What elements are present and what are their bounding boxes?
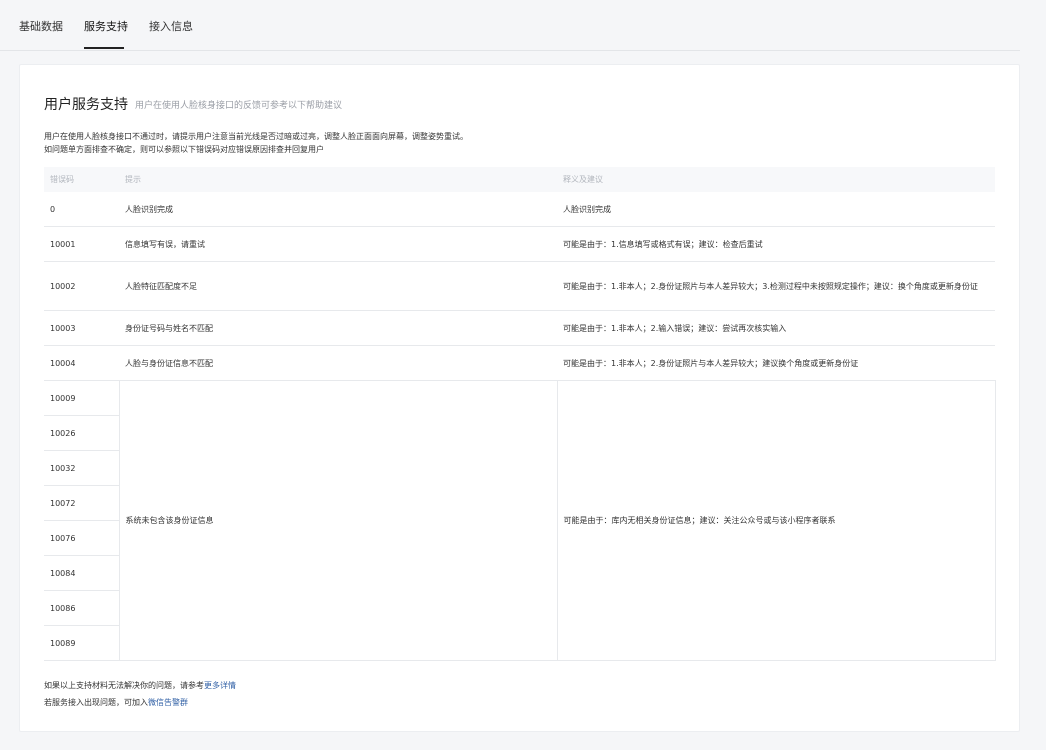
cell-code: 10072 xyxy=(44,485,119,521)
more-details-link[interactable]: 更多详情 xyxy=(204,681,236,690)
table-row: 10003 身份证号码与姓名不匹配 可能是由于：1.非本人；2.输入错误；建议：… xyxy=(44,310,995,346)
tab-access-info[interactable]: 接入信息 xyxy=(149,18,193,34)
intro-line-1: 用户在使用人脸核身接口不通过时，请提示用户注意当前光线是否过暗或过亮，调整人脸正… xyxy=(44,132,468,141)
section-title: 用户服务支持 xyxy=(44,97,128,113)
cell-code: 0 xyxy=(44,192,119,227)
table-row: 10004 人脸与身份证信息不匹配 可能是由于：1.非本人；2.身份证照片与本人… xyxy=(44,345,995,381)
footer-line-2: 若服务接入出现问题，可加入微信告警群 xyxy=(44,694,236,711)
service-support-card: 用户服务支持 用户在使用人脸核身接口的反馈可参考以下帮助建议 用户在使用人脸核身… xyxy=(19,64,1020,732)
cell-hint: 人脸与身份证信息不匹配 xyxy=(119,345,557,381)
cell-code: 10086 xyxy=(44,590,119,626)
cell-advice: 可能是由于：1.非本人；2.身份证照片与本人差异较大；3.检测过程中未按照规定操… xyxy=(557,261,995,311)
header-hint: 提示 xyxy=(119,167,557,192)
cell-hint-merged: 系统未包含该身份证信息 xyxy=(118,380,557,661)
cell-code: 10004 xyxy=(44,345,119,381)
active-tab-indicator xyxy=(84,47,124,49)
footer-text-2: 若服务接入出现问题，可加入 xyxy=(44,698,148,707)
cell-code: 10032 xyxy=(44,450,119,486)
wechat-alert-group-link[interactable]: 微信告警群 xyxy=(148,698,188,707)
footer-help: 如果以上支持材料无法解决你的问题，请参考更多详情 若服务接入出现问题，可加入微信… xyxy=(44,677,236,711)
cell-code: 10026 xyxy=(44,415,119,451)
cell-code: 10001 xyxy=(44,226,119,262)
cell-code: 10002 xyxy=(44,261,119,311)
cell-advice-merged: 可能是由于：库内无相关身份证信息；建议：关注公众号或与该小程序者联系 xyxy=(556,380,996,661)
header-advice: 释义及建议 xyxy=(557,167,995,192)
cell-code: 10076 xyxy=(44,520,119,556)
section-subtitle: 用户在使用人脸核身接口的反馈可参考以下帮助建议 xyxy=(135,101,343,111)
cell-code: 10009 xyxy=(44,380,119,416)
cell-hint: 人脸识别完成 xyxy=(119,192,557,227)
tab-service-support[interactable]: 服务支持 xyxy=(84,18,128,34)
cell-code: 10003 xyxy=(44,310,119,346)
table-header-row: 错误码 提示 释义及建议 xyxy=(44,167,995,192)
cell-hint: 身份证号码与姓名不匹配 xyxy=(119,310,557,346)
intro-text: 用户在使用人脸核身接口不通过时，请提示用户注意当前光线是否过暗或过亮，调整人脸正… xyxy=(44,130,468,156)
tab-basic-data[interactable]: 基础数据 xyxy=(19,18,63,34)
cell-hint: 信息填写有误，请重试 xyxy=(119,226,557,262)
table-row: 10009 系统未包含该身份证信息 可能是由于：库内无相关身份证信息；建议：关注… xyxy=(44,380,996,661)
footer-line-1: 如果以上支持材料无法解决你的问题，请参考更多详情 xyxy=(44,677,236,694)
cell-advice: 可能是由于：1.非本人；2.身份证照片与本人差异较大；建议换个角度或更新身份证 xyxy=(557,345,995,381)
cell-advice: 可能是由于：1.非本人；2.输入错误；建议：尝试再次核实输入 xyxy=(557,310,995,346)
cell-code: 10084 xyxy=(44,555,119,591)
intro-line-2: 如问题单方面排查不确定，则可以参照以下错误码对应错误原因排查并回复用户 xyxy=(44,145,324,154)
footer-text-1: 如果以上支持材料无法解决你的问题，请参考 xyxy=(44,681,204,690)
table-row: 10001 信息填写有误，请重试 可能是由于：1.信息填写或格式有误；建议：检查… xyxy=(44,226,995,262)
cell-advice: 人脸识别完成 xyxy=(557,192,995,227)
table-row: 0 人脸识别完成 人脸识别完成 xyxy=(44,192,995,227)
cell-hint: 人脸特征匹配度不足 xyxy=(119,261,557,311)
tab-bar: 基础数据 服务支持 接入信息 xyxy=(0,0,1020,51)
header-error-code: 错误码 xyxy=(44,167,119,192)
table-row: 10002 人脸特征匹配度不足 可能是由于：1.非本人；2.身份证照片与本人差异… xyxy=(44,261,995,311)
cell-advice: 可能是由于：1.信息填写或格式有误；建议：检查后重试 xyxy=(557,226,995,262)
cell-code: 10089 xyxy=(44,625,119,661)
error-code-table: 错误码 提示 释义及建议 0 人脸识别完成 人脸识别完成 10001 信息填写有… xyxy=(44,167,996,661)
